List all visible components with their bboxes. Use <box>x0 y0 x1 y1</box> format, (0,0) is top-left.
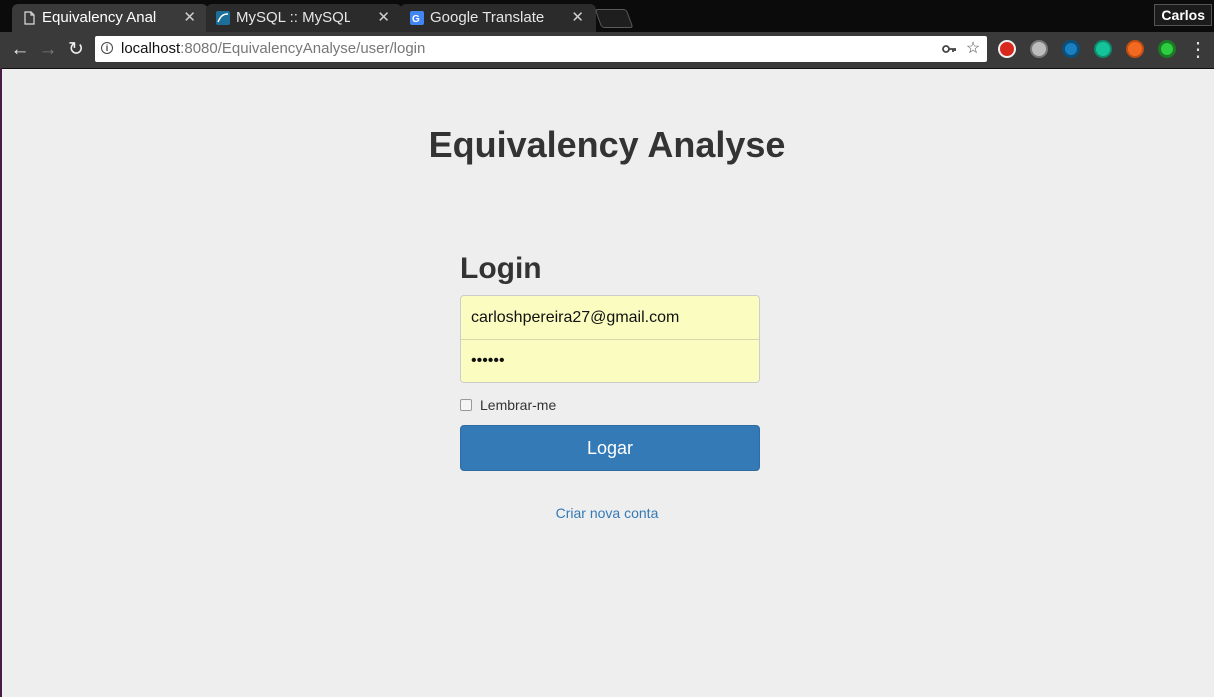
back-arrow-icon[interactable]: ← <box>8 38 32 62</box>
close-tab-icon[interactable]: ✕ <box>183 4 196 32</box>
ublock-icon[interactable] <box>998 40 1016 58</box>
browser-toolbar: ← → ↻ i localhost:8080/EquivalencyAnalys… <box>0 32 1214 69</box>
key-icon[interactable] <box>939 38 959 60</box>
tab-title: Google Translate <box>430 9 544 26</box>
grammarly-icon[interactable] <box>1094 40 1112 58</box>
url-text[interactable]: localhost:8080/EquivalencyAnalyse/user/l… <box>121 36 425 62</box>
create-account-link[interactable]: Criar nova conta <box>0 505 1214 521</box>
globe-icon[interactable] <box>1030 40 1048 58</box>
tab-title: Equivalency Analyse <box>42 9 156 26</box>
share-icon[interactable] <box>1126 40 1144 58</box>
password-field[interactable] <box>461 339 759 382</box>
edge-icon[interactable] <box>1062 40 1080 58</box>
remember-me-checkbox[interactable] <box>460 399 472 411</box>
profile-button[interactable]: Carlos <box>1154 4 1212 26</box>
page-title: Equivalency Analyse <box>428 124 786 165</box>
credentials-group <box>460 295 760 383</box>
mysql-icon <box>216 11 230 25</box>
tab-mysql[interactable]: MySQL :: MySQL 8.0 ✕ <box>206 4 402 32</box>
reload-icon[interactable]: ↻ <box>64 38 88 62</box>
page-icon <box>24 11 35 25</box>
google-translate-icon: G <box>410 11 424 25</box>
email-field[interactable] <box>461 296 759 339</box>
info-icon[interactable]: i <box>101 42 113 54</box>
green-dot-icon[interactable] <box>1158 40 1176 58</box>
close-tab-icon[interactable]: ✕ <box>571 4 584 32</box>
login-heading: Login <box>460 252 542 285</box>
close-tab-icon[interactable]: ✕ <box>377 4 390 32</box>
address-bar[interactable]: i localhost:8080/EquivalencyAnalyse/user… <box>95 36 987 62</box>
remember-me-label: Lembrar-me <box>480 397 557 413</box>
svg-text:G: G <box>412 14 420 25</box>
tab-google-translate[interactable]: G Google Translate ✕ <box>400 4 596 32</box>
remember-me-row[interactable]: Lembrar-me <box>460 396 760 414</box>
menu-dots-icon[interactable]: ⋮ <box>1188 38 1208 62</box>
bookmark-star-icon[interactable]: ☆ <box>963 38 983 60</box>
key-glyph <box>942 45 956 53</box>
tab-title: MySQL :: MySQL 8.0 <box>236 9 350 26</box>
login-button[interactable]: Logar <box>460 425 760 471</box>
tab-equivalency-analyse[interactable]: Equivalency Analyse ✕ <box>12 4 208 32</box>
forward-arrow-icon[interactable]: → <box>36 38 60 62</box>
login-form: Login Lembrar-me Logar <box>460 250 760 471</box>
tab-strip: Equivalency Analyse ✕ MySQL :: MySQL 8.0… <box>0 0 1214 32</box>
new-tab-button[interactable] <box>594 9 634 28</box>
